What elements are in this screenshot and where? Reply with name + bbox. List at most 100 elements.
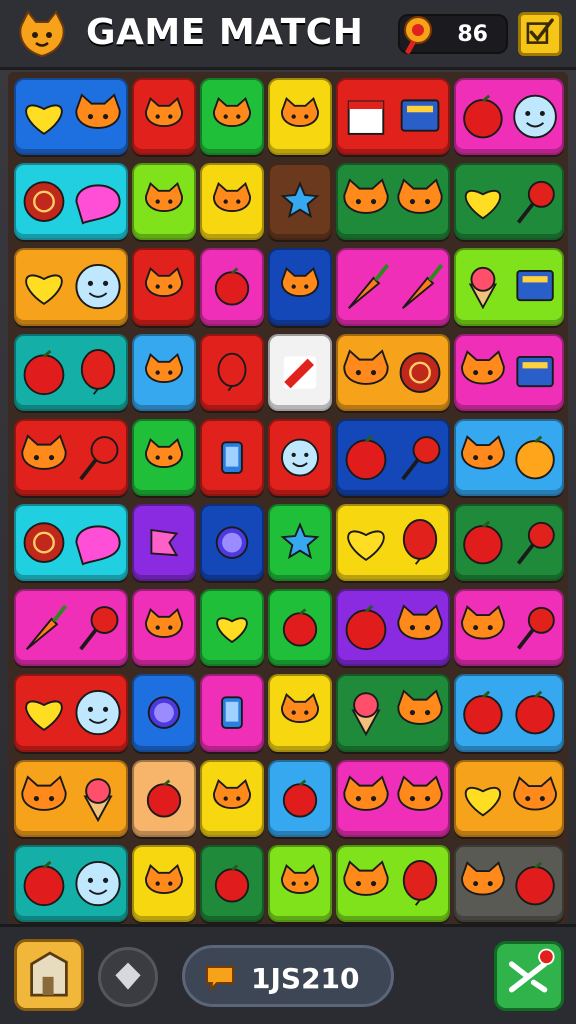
- tile[interactable]: [454, 163, 564, 241]
- tile[interactable]: [200, 78, 264, 156]
- tile[interactable]: [14, 674, 128, 752]
- tile[interactable]: [132, 589, 196, 667]
- tile[interactable]: [132, 504, 196, 582]
- tile[interactable]: [454, 674, 564, 752]
- apple-icon: [345, 605, 387, 651]
- candy-icon: [23, 522, 65, 563]
- monitor-icon: [516, 355, 554, 387]
- tile[interactable]: [200, 333, 264, 411]
- tile[interactable]: [200, 674, 264, 752]
- cat-face-icon: [461, 860, 505, 896]
- tile[interactable]: [454, 589, 564, 667]
- tile[interactable]: [268, 248, 332, 326]
- cat-face-icon: [397, 689, 443, 726]
- monitor-icon: [516, 270, 554, 302]
- tile[interactable]: [200, 844, 264, 922]
- tile[interactable]: [132, 844, 196, 922]
- tile[interactable]: [454, 333, 564, 411]
- tile[interactable]: [132, 674, 196, 752]
- cat-face-icon: [213, 182, 251, 212]
- cat-face-icon: [513, 775, 557, 811]
- tile[interactable]: [200, 418, 264, 496]
- checkmark-icon: [526, 18, 554, 44]
- tile[interactable]: [132, 78, 196, 156]
- tile[interactable]: [132, 759, 196, 837]
- tile[interactable]: [200, 248, 264, 326]
- tile[interactable]: [454, 248, 564, 326]
- tile[interactable]: [268, 589, 332, 667]
- confirm-button[interactable]: [518, 12, 562, 56]
- tile[interactable]: [454, 78, 564, 156]
- monitor-icon: [400, 99, 440, 132]
- cat-face-icon: [281, 267, 319, 298]
- tile[interactable]: [14, 333, 128, 411]
- tile[interactable]: [336, 418, 450, 496]
- tile[interactable]: [336, 844, 450, 922]
- score-value: 86: [457, 22, 488, 47]
- shuffle-icon: [508, 948, 555, 993]
- counter-display: 1JS210: [182, 945, 394, 1007]
- tile[interactable]: [132, 163, 196, 241]
- tile[interactable]: [14, 248, 128, 326]
- lollipop-icon: [79, 435, 119, 481]
- heart-icon: [464, 786, 502, 817]
- tile[interactable]: [336, 674, 450, 752]
- tile[interactable]: [336, 163, 450, 241]
- apple-icon: [515, 861, 555, 906]
- tile[interactable]: [336, 248, 450, 326]
- tile[interactable]: [336, 589, 450, 667]
- tile[interactable]: [336, 759, 450, 837]
- star-icon: [280, 181, 320, 219]
- tile[interactable]: [268, 418, 332, 496]
- tile[interactable]: [268, 844, 332, 922]
- tile[interactable]: [454, 504, 564, 582]
- tile[interactable]: [268, 759, 332, 837]
- tile[interactable]: [454, 759, 564, 837]
- tile[interactable]: [454, 418, 564, 496]
- tile[interactable]: [268, 504, 332, 582]
- tile[interactable]: [132, 248, 196, 326]
- candy-icon: [23, 181, 65, 223]
- tile[interactable]: [132, 333, 196, 411]
- tile[interactable]: [132, 418, 196, 496]
- flag-icon: [150, 528, 179, 557]
- shuffle-button[interactable]: [494, 941, 564, 1011]
- header-bar: GAME MATCH 86: [0, 0, 576, 70]
- speech-bubble-icon: [75, 525, 121, 566]
- tile[interactable]: [268, 674, 332, 752]
- tile[interactable]: [200, 589, 264, 667]
- heart-icon: [464, 190, 502, 220]
- tile[interactable]: [454, 844, 564, 922]
- heart-icon: [25, 274, 63, 306]
- tile[interactable]: [14, 844, 128, 922]
- tile[interactable]: [14, 163, 128, 241]
- bottom-bar: 1JS210: [0, 924, 576, 1024]
- tile[interactable]: [14, 759, 128, 837]
- heart-icon: [216, 617, 248, 644]
- tile[interactable]: [14, 418, 128, 496]
- tile[interactable]: [268, 333, 332, 411]
- hint-button[interactable]: [98, 947, 158, 1007]
- tile[interactable]: [268, 78, 332, 156]
- cat-face-icon: [343, 860, 389, 896]
- tile[interactable]: [200, 163, 264, 241]
- tile[interactable]: [14, 504, 128, 582]
- home-button[interactable]: [14, 939, 84, 1011]
- diamond-icon: [115, 962, 141, 990]
- cat-face-icon: [281, 863, 319, 894]
- tile[interactable]: [200, 759, 264, 837]
- lollipop-icon: [516, 607, 555, 650]
- tile[interactable]: [14, 78, 128, 156]
- tile[interactable]: [14, 589, 128, 667]
- tile[interactable]: [200, 504, 264, 582]
- calendar-icon: [347, 100, 385, 135]
- apple-icon: [463, 94, 503, 139]
- tile[interactable]: [336, 78, 450, 156]
- cat-face-icon: [145, 182, 183, 212]
- tile[interactable]: [268, 163, 332, 241]
- cat-face-icon: [145, 352, 183, 383]
- tile[interactable]: [336, 504, 450, 582]
- cat-face-icon: [75, 93, 121, 129]
- heart-icon: [347, 530, 385, 562]
- tile[interactable]: [336, 333, 450, 411]
